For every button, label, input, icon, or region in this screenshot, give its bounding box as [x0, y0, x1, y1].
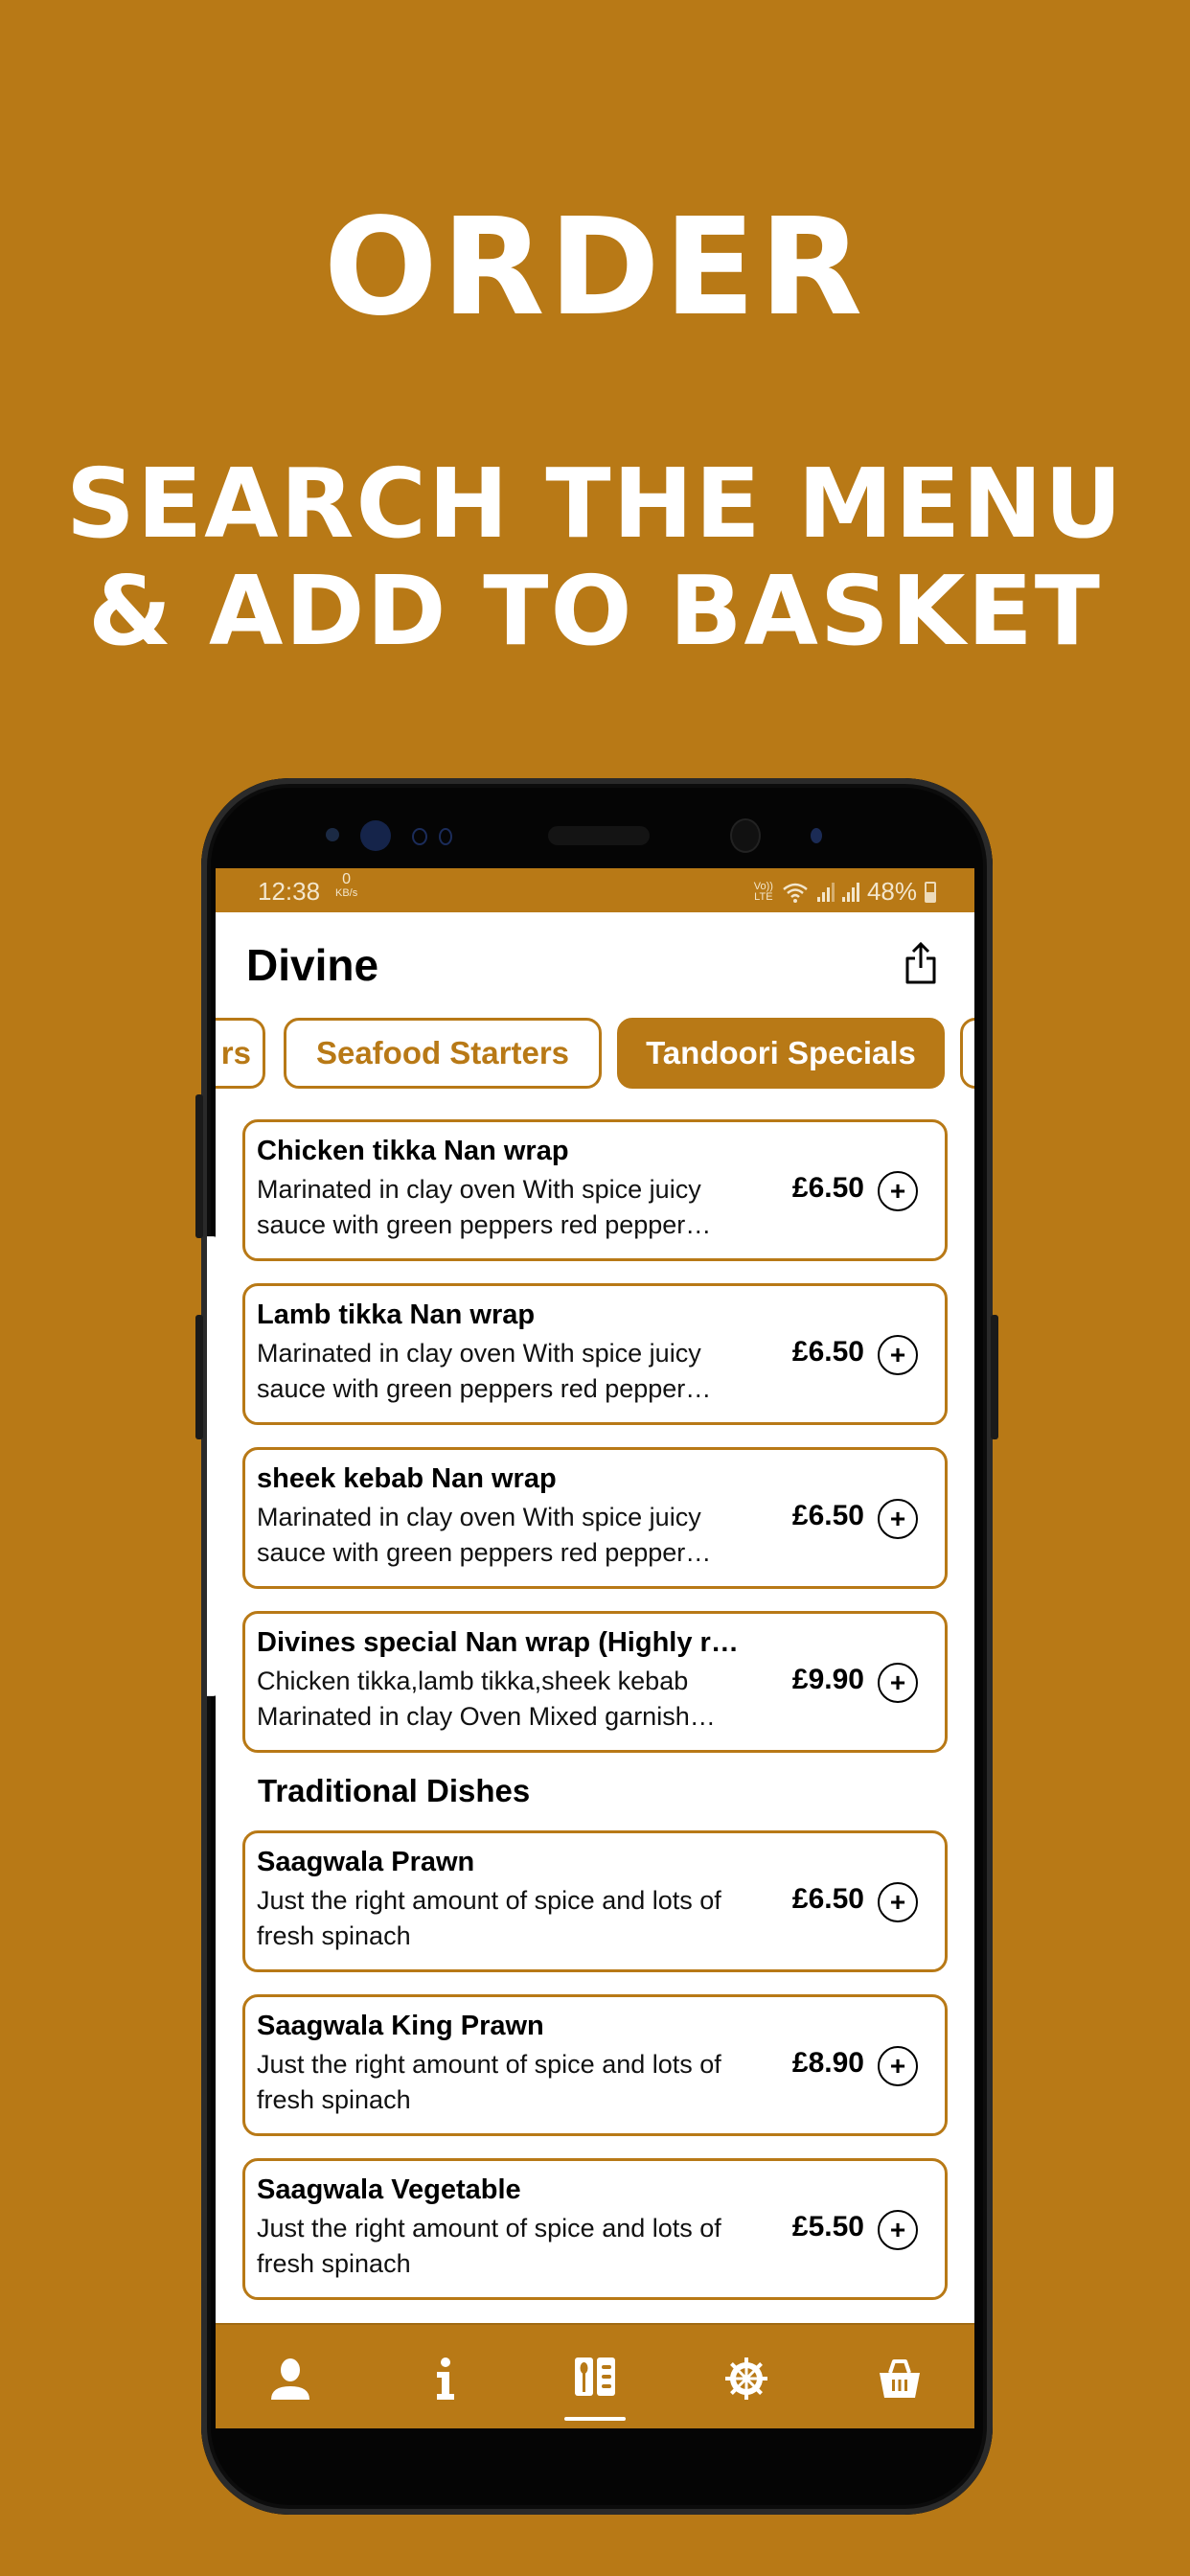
- proximity-sensor: [326, 828, 339, 841]
- menu-item-description: Just the right amount of spice and lots …: [257, 2050, 721, 2114]
- tab-tandoori-specials[interactable]: Tandoori Specials: [617, 1018, 945, 1089]
- menu-item-card[interactable]: Lamb tikka Nan wrap Marinated in clay ove…: [242, 1283, 948, 1425]
- menu-item-name: sheek kebab Nan wrap: [257, 1463, 557, 1494]
- menu-item-name: Saagwala Prawn: [257, 1847, 475, 1877]
- volte-icon: Vo)) LTE: [753, 880, 773, 903]
- menu-item-name: Chicken tikka Nan wrap: [257, 1136, 569, 1166]
- lte-label: LTE: [754, 890, 773, 903]
- add-to-basket-button[interactable]: +: [878, 1335, 918, 1375]
- wifi-icon: [783, 883, 808, 903]
- menu-item-card[interactable]: Divines special Nan wrap (Highly r… Chick…: [242, 1611, 948, 1753]
- share-icon[interactable]: [904, 941, 938, 985]
- add-to-basket-button[interactable]: +: [878, 2046, 918, 2086]
- menu-item-description: Just the right amount of spice and lots …: [257, 2214, 721, 2278]
- tab-next-category[interactable]: [960, 1018, 974, 1089]
- menu-item-price: £8.90: [791, 2047, 864, 2079]
- front-sensor: [811, 828, 822, 843]
- bixby-button: [195, 1315, 203, 1439]
- menu-item-description: Just the right amount of spice and lots …: [257, 1886, 721, 1950]
- status-time: 12:38: [258, 877, 321, 906]
- network-speed: 0 KB/s: [335, 871, 358, 900]
- front-camera: [730, 818, 761, 853]
- menu-list: Chicken tikka Nan wrap Marinated in clay …: [242, 1119, 948, 2322]
- add-to-basket-button[interactable]: +: [878, 1499, 918, 1539]
- menu-item-description: Marinated in clay oven With spice juicy …: [257, 1339, 712, 1403]
- nav-account[interactable]: [262, 2350, 319, 2407]
- add-to-basket-button[interactable]: +: [878, 1882, 918, 1922]
- menu-item-name: Lamb tikka Nan wrap: [257, 1300, 536, 1330]
- promo-subheadline: SEARCH THE MENU & ADD TO BASKET: [0, 450, 1190, 665]
- iris-camera: [360, 820, 391, 851]
- add-to-basket-button[interactable]: +: [878, 2210, 918, 2250]
- restaurant-title: Divine: [246, 940, 379, 990]
- menu-item-price: £6.50: [791, 1883, 864, 1915]
- tab-seafood-starters[interactable]: Seafood Starters: [284, 1018, 602, 1089]
- bottom-nav: [216, 2323, 974, 2428]
- promo-subline-1: SEARCH THE MENU: [65, 448, 1125, 560]
- menu-item-card[interactable]: Chicken tikka Nan wrap Marinated in clay …: [242, 1119, 948, 1261]
- info-icon: [437, 2358, 454, 2400]
- gear-icon: [725, 2358, 767, 2400]
- volume-button: [195, 1094, 203, 1238]
- nav-info[interactable]: [417, 2350, 474, 2407]
- promo-subline-2: & ADD TO BASKET: [88, 555, 1102, 667]
- menu-item-description: Marinated in clay oven With spice juicy …: [257, 1175, 712, 1239]
- add-to-basket-button[interactable]: +: [878, 1171, 918, 1211]
- network-speed-unit: KB/s: [335, 887, 358, 899]
- menu-item-price: £5.50: [791, 2211, 864, 2242]
- menu-item-description: Chicken tikka,lamb tikka,sheek kebab Mar…: [257, 1667, 716, 1731]
- menu-item-card[interactable]: Saagwala Prawn Just the right amount of s…: [242, 1830, 948, 1972]
- menu-item-name: Divines special Nan wrap (Highly r…: [257, 1627, 739, 1658]
- menu-item-description: Marinated in clay oven With spice juicy …: [257, 1503, 712, 1567]
- person-icon: [271, 2358, 309, 2400]
- app-screen: 12:38 0 KB/s Vo)) LTE 48% Divine rs Seaf…: [216, 868, 974, 2428]
- tab-starters[interactable]: rs: [216, 1018, 265, 1089]
- add-to-basket-button[interactable]: +: [878, 1663, 918, 1703]
- status-bar: 12:38 0 KB/s Vo)) LTE 48%: [216, 868, 974, 912]
- category-tabs: rs Seafood Starters Tandoori Specials: [216, 1018, 974, 1091]
- earpiece-speaker: [548, 826, 650, 845]
- sensor-ring: [439, 828, 452, 845]
- menu-item-price: £6.50: [791, 1172, 864, 1204]
- battery-percent: 48%: [866, 877, 917, 906]
- signal-icon-sim1: [816, 882, 835, 902]
- nav-menu[interactable]: [564, 2350, 626, 2421]
- menu-item-card[interactable]: sheek kebab Nan wrap Marinated in clay ov…: [242, 1447, 948, 1589]
- promo-headline: ORDER: [323, 190, 867, 346]
- menu-item-name: Saagwala Vegetable: [257, 2174, 521, 2205]
- basket-icon: [880, 2359, 920, 2398]
- menu-book-icon: [575, 2358, 615, 2396]
- section-title: Traditional Dishes: [258, 1773, 531, 1808]
- nav-settings[interactable]: [718, 2350, 775, 2407]
- signal-icon-sim2: [841, 882, 859, 902]
- power-button: [991, 1315, 998, 1439]
- network-speed-value: 0: [342, 871, 352, 887]
- volte-label: Vo)): [753, 880, 773, 892]
- sensor-ring: [412, 828, 427, 845]
- menu-item-price: £6.50: [791, 1336, 864, 1368]
- menu-item-card[interactable]: Saagwala Vegetable Just the right amount …: [242, 2158, 948, 2300]
- status-icons: Vo)) LTE 48%: [754, 877, 936, 907]
- active-nav-indicator: [564, 2417, 626, 2421]
- battery-icon: [925, 881, 936, 903]
- menu-item-price: £9.90: [791, 1664, 864, 1695]
- menu-item-card[interactable]: Saagwala King Prawn Just the right amount…: [242, 1994, 948, 2136]
- menu-item-price: £6.50: [791, 1500, 864, 1531]
- nav-basket[interactable]: [871, 2350, 928, 2407]
- app-bar: Divine: [216, 912, 974, 1008]
- menu-item-name: Saagwala King Prawn: [257, 2011, 544, 2041]
